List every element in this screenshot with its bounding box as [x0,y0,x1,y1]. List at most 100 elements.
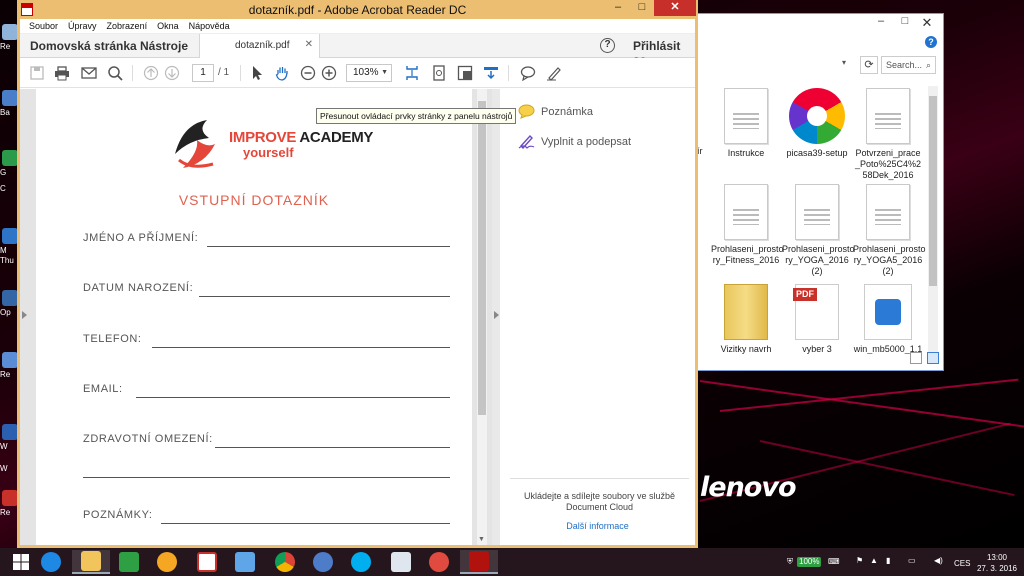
large-icons-view-icon[interactable] [927,352,939,364]
scrollbar-thumb[interactable] [929,96,937,286]
refresh-button[interactable]: ⟳ [860,56,878,74]
clock-time: 13:00 [986,553,1008,562]
chevron-up-icon[interactable]: ▲ [870,556,878,566]
field-line-health-2[interactable] [83,477,450,478]
right-panel-divider[interactable] [492,89,500,545]
taskbar-explorer[interactable] [72,550,110,574]
help-icon[interactable]: ? [925,36,937,48]
menu-window[interactable]: Okna [152,19,184,33]
zoom-in-icon[interactable] [320,64,338,82]
previous-page-icon[interactable] [142,64,160,82]
rotate-icon[interactable] [430,64,448,82]
field-line-name[interactable] [207,246,450,247]
shield-icon[interactable]: ⛨ [787,557,793,567]
tab-home[interactable]: Domovská stránka [30,39,137,53]
close-tab-icon[interactable]: ✕ [305,39,313,50]
acrobat-window[interactable]: dotazník.pdf - Adobe Acrobat Reader DC –… [17,0,698,548]
field-line-email[interactable] [136,397,450,398]
field-line-health[interactable] [215,447,450,448]
language-indicator[interactable]: CES [954,559,970,568]
taskbar-adobe[interactable] [188,550,226,574]
flag-icon[interactable]: ⚑ [856,556,863,566]
taskbar-computer[interactable] [226,550,264,574]
scrollbar-thumb[interactable] [478,101,486,415]
menu-view[interactable]: Zobrazení [102,19,153,33]
tool-comment[interactable]: Poznámka [518,104,593,119]
menu-help[interactable]: Nápověda [184,19,235,33]
volume-icon[interactable]: ◀) [934,556,943,566]
select-cursor-icon[interactable] [248,64,266,82]
zoom-select[interactable]: 103% ▼ [346,64,392,82]
chevron-down-icon[interactable]: ▾ [842,58,846,67]
file-item[interactable]: Vizitky navrh [711,284,781,354]
field-line-birth[interactable] [199,296,450,297]
document-viewport[interactable]: IMPROVE ACADEMY yourself VSTUPNÍ DOTAZNÍ… [20,89,500,545]
file-item[interactable]: Potvrzeni_prace_Poto%25C4%258Dek_2016 [853,88,923,181]
skype-icon [351,552,371,572]
close-button[interactable]: ✕ [654,0,696,16]
maximize-button[interactable]: □ [895,15,915,31]
file-item[interactable]: picasa39-setup [782,88,852,159]
tab-tools[interactable]: Nástroje [140,39,188,53]
explorer-scrollbar[interactable] [928,86,938,362]
document-scrollbar[interactable]: ▼ [477,89,487,545]
minimize-button[interactable]: – [606,0,630,16]
display-icon[interactable]: ▭ [908,556,916,566]
file-item[interactable]: Prohlaseni_prosto ry_YOGA_2016 (2) [782,184,855,277]
zoom-out-icon[interactable] [299,64,317,82]
collapse-panel-icon[interactable] [494,311,499,319]
mail-icon[interactable] [80,64,98,82]
taskbar-mail[interactable] [420,550,458,574]
close-button[interactable]: ✕ [915,15,939,31]
save-icon[interactable] [28,64,46,82]
menu-file[interactable]: Soubor [24,19,63,33]
tool-fill-sign[interactable]: Vyplnit a podepsat [518,134,631,149]
toolbar: 1 / 1 103% ▼ [20,58,695,88]
acrobat-titlebar[interactable]: dotazník.pdf - Adobe Acrobat Reader DC –… [17,0,698,19]
hand-tool-icon[interactable] [273,64,291,82]
taskbar-ie[interactable] [32,550,70,574]
view-toggle[interactable] [909,352,939,367]
clock[interactable]: 13:00 27. 3. 2016 [975,552,1019,574]
next-page-icon[interactable] [163,64,181,82]
file-explorer-window[interactable]: – □ ✕ ? ▾ ⟳ Search... ⌕ ír Instrukce pica… [697,13,944,371]
file-item[interactable]: Prohlaseni_prosto ry_Fitness_2016 [711,184,784,266]
search-input[interactable]: Search... ⌕ [881,56,936,74]
battery-indicator[interactable]: 100% [797,557,822,567]
taskbar-audio[interactable] [148,550,186,574]
more-info-link[interactable]: Další informace [500,521,695,531]
file-item[interactable]: Instrukce [711,88,781,159]
print-icon[interactable] [53,64,71,82]
full-screen-icon[interactable] [456,64,474,82]
file-item[interactable]: win_mb5000_1.1 [853,284,923,354]
taskbar-skype[interactable] [342,550,380,574]
file-name: Prohlaseni_prosto ry_Fitness_2016 [711,244,784,265]
help-icon[interactable]: ? [600,38,615,53]
taskbar-thunderbird[interactable] [304,550,342,574]
folder-icon [81,551,101,571]
field-line-phone[interactable] [152,347,450,348]
file-item[interactable]: PDF vyber 3 [782,284,852,354]
field-line-notes[interactable] [161,523,450,524]
move-controls-icon[interactable] [482,64,500,82]
network-icon[interactable]: ▮ [886,556,890,566]
scroll-down-icon[interactable]: ▼ [478,536,485,543]
document-icon [795,184,839,240]
comment-icon[interactable] [519,64,537,82]
menu-edit[interactable]: Úpravy [63,19,102,33]
maximize-button[interactable]: □ [630,0,654,16]
taskbar-docs[interactable] [382,550,420,574]
search-icon[interactable] [106,64,124,82]
minimize-button[interactable]: – [871,15,891,31]
taskbar-chrome[interactable] [266,550,304,574]
tab-document[interactable]: dotazník.pdf ✕ [199,34,320,58]
taskbar-acrobat[interactable] [460,550,498,574]
file-item[interactable]: Prohlaseni_prosto ry_YOGA5_2016 (2) [853,184,926,277]
keyboard-icon[interactable]: ⌨ [828,557,840,567]
left-panel-toggle-icon[interactable] [22,311,27,319]
sign-icon[interactable] [545,64,563,82]
page-number-input[interactable]: 1 [192,64,214,82]
fit-page-icon[interactable] [403,64,421,82]
details-view-icon[interactable] [909,352,922,364]
taskbar-store[interactable] [110,550,148,574]
